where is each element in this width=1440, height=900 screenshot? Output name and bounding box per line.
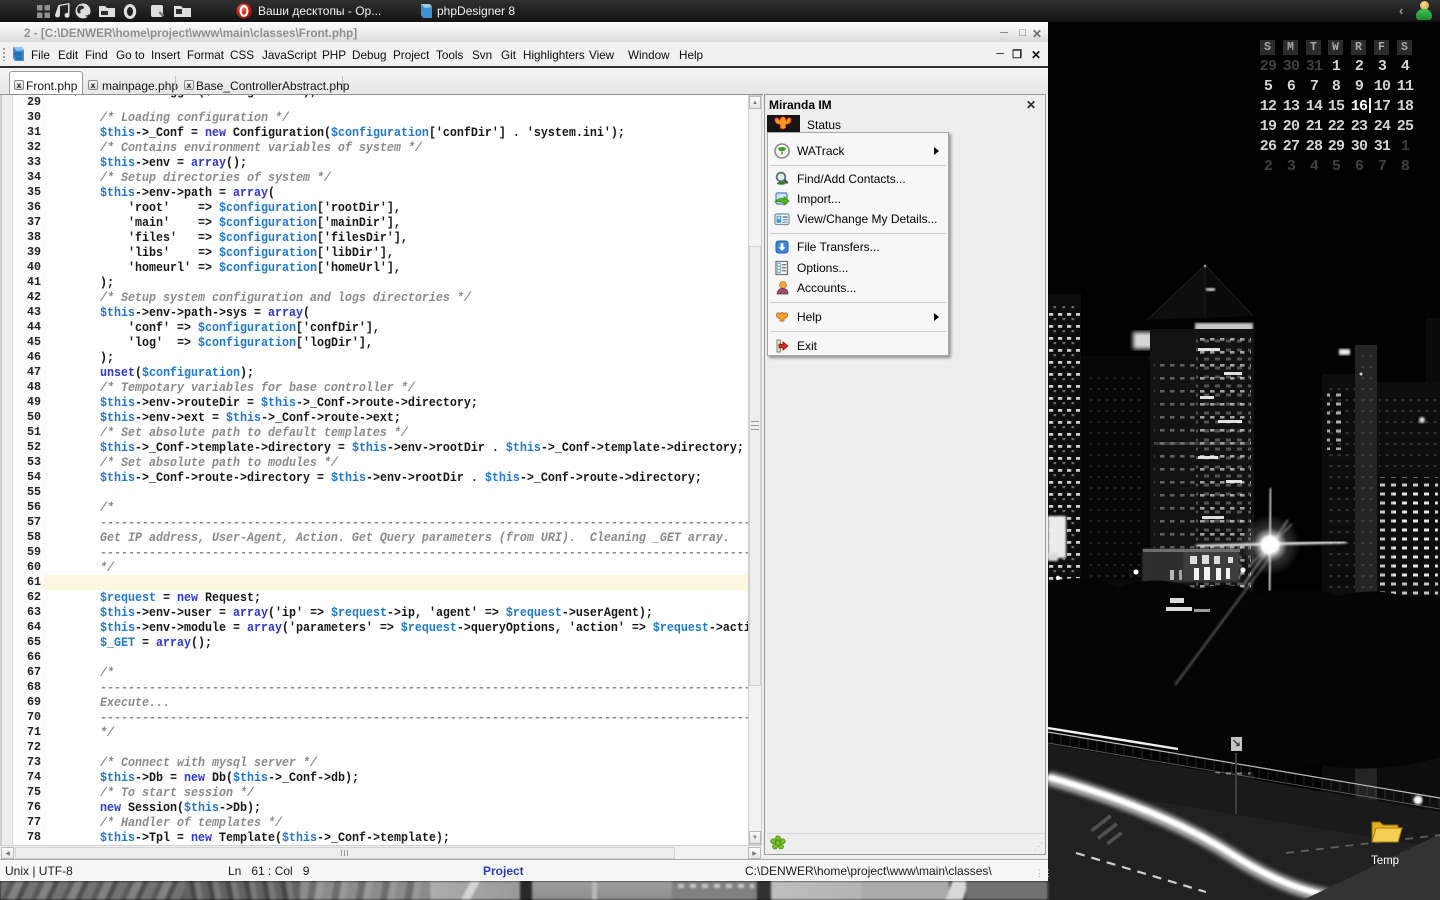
svg-text:Temp: Temp bbox=[1371, 855, 1399, 867]
